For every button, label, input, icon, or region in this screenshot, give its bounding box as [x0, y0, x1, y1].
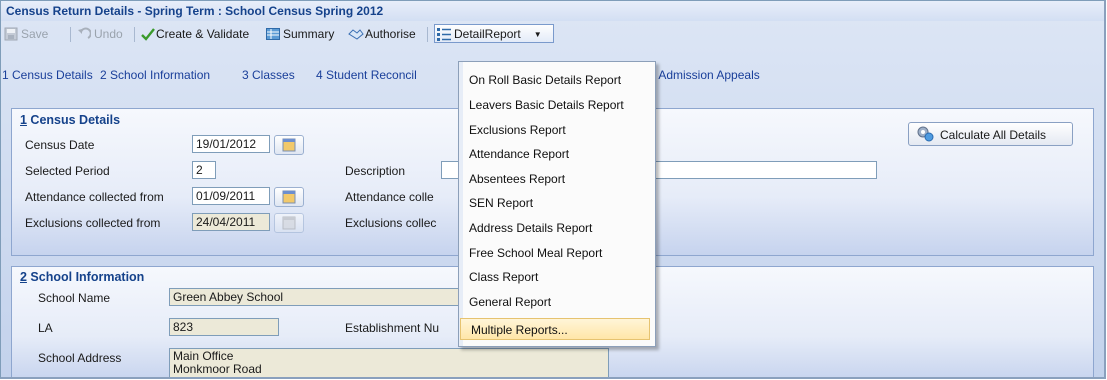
checkmark-icon	[141, 27, 155, 41]
address-line: Monkmoor Road	[173, 362, 262, 376]
calendar-icon	[282, 216, 296, 230]
menu-item-on-roll-basic-details-report[interactable]: On Roll Basic Details Report	[469, 73, 621, 87]
la-label: LA	[38, 321, 53, 335]
exclusions-from-field[interactable]: 24/04/2011	[192, 213, 270, 231]
exclusions-to-label: Exclusions collec	[345, 216, 437, 230]
window-title: Census Return Details - Spring Term : Sc…	[6, 4, 384, 18]
summary-label: Summary	[283, 27, 335, 41]
tab-student-reconciliation[interactable]: 4 Student Reconcil	[316, 68, 417, 82]
toolbar-separator	[427, 27, 428, 42]
attendance-to-label: Attendance colle	[345, 190, 434, 204]
school-address-label: School Address	[38, 351, 122, 365]
menu-icon-strip	[459, 62, 463, 346]
tab-census-details[interactable]: 1 Census Details	[2, 68, 93, 82]
authorise-button[interactable]: Authorise	[348, 26, 416, 42]
selected-period-label: Selected Period	[25, 164, 110, 178]
save-label: Save	[21, 27, 49, 41]
menu-item-free-school-meal-report[interactable]: Free School Meal Report	[469, 246, 602, 260]
undo-label: Undo	[94, 27, 123, 41]
calculate-all-details-label: Calculate All Details	[940, 128, 1047, 142]
attendance-from-label: Attendance collected from	[25, 190, 164, 204]
menu-item-exclusions-report[interactable]: Exclusions Report	[469, 123, 566, 137]
la-field[interactable]: 823	[169, 318, 279, 336]
summary-table-icon	[266, 27, 280, 41]
tab-classes[interactable]: 3 Classes	[242, 68, 295, 82]
calendar-icon	[282, 138, 296, 152]
chevron-down-icon: ▼	[533, 29, 542, 39]
menu-item-attendance-report[interactable]: Attendance Report	[469, 147, 569, 161]
detail-report-label: DetailReport	[454, 27, 521, 41]
tab-school-information[interactable]: 2 School Information	[100, 68, 210, 82]
menu-item-sen-report[interactable]: SEN Report	[469, 196, 533, 210]
attendance-from-calendar-button[interactable]	[274, 187, 304, 207]
authorise-handshake-icon	[348, 27, 364, 41]
detail-report-menu: On Roll Basic Details Report Leavers Bas…	[458, 61, 656, 347]
menu-item-leavers-basic-details-report[interactable]: Leavers Basic Details Report	[469, 98, 624, 112]
floppy-disk-icon	[4, 27, 18, 41]
authorise-label: Authorise	[365, 27, 416, 41]
undo-button[interactable]: Undo	[77, 26, 123, 42]
calculate-gears-icon	[917, 126, 934, 142]
undo-arrow-icon	[77, 27, 92, 41]
menu-item-address-details-report[interactable]: Address Details Report	[469, 221, 592, 235]
school-address-field[interactable]: Main Office Monkmoor Road	[169, 348, 609, 377]
school-information-heading: 2 School Information	[20, 270, 145, 284]
toolbar-separator	[70, 27, 71, 42]
census-date-calendar-button[interactable]	[274, 135, 304, 155]
census-details-heading: 1 Census Details	[20, 113, 121, 127]
report-list-icon	[437, 27, 451, 41]
toolbar-separator	[134, 27, 135, 42]
menu-item-absentees-report[interactable]: Absentees Report	[469, 172, 565, 186]
calculate-all-details-button[interactable]: Calculate All Details	[908, 122, 1073, 146]
exclusions-from-calendar-button[interactable]	[274, 213, 304, 233]
menu-item-general-report[interactable]: General Report	[469, 295, 551, 309]
calendar-icon	[282, 190, 296, 204]
census-date-field[interactable]: 19/01/2012	[192, 135, 270, 153]
menu-item-multiple-reports[interactable]: Multiple Reports...	[460, 318, 650, 340]
census-return-window: Census Return Details - Spring Term : Sc…	[0, 0, 1106, 379]
description-label: Description	[345, 164, 406, 178]
school-name-label: School Name	[38, 291, 111, 305]
summary-button[interactable]: Summary	[266, 26, 334, 42]
selected-period-field[interactable]: 2	[192, 161, 216, 179]
attendance-from-field[interactable]: 01/09/2011	[192, 187, 270, 205]
exclusions-from-label: Exclusions collected from	[25, 216, 161, 230]
tab-admission-appeals[interactable]: 7 Admission Appeals	[649, 68, 760, 82]
title-bar: Census Return Details - Spring Term : Sc…	[1, 1, 1104, 21]
detail-report-button-content: DetailReport ▼	[437, 26, 542, 42]
menu-item-class-report[interactable]: Class Report	[469, 270, 538, 284]
create-validate-label: Create & Validate	[156, 27, 250, 41]
create-validate-button[interactable]: Create & Validate	[141, 26, 249, 42]
establishment-number-label: Establishment Nu	[345, 321, 440, 335]
save-button[interactable]: Save	[4, 26, 48, 42]
census-date-label: Census Date	[25, 138, 95, 152]
